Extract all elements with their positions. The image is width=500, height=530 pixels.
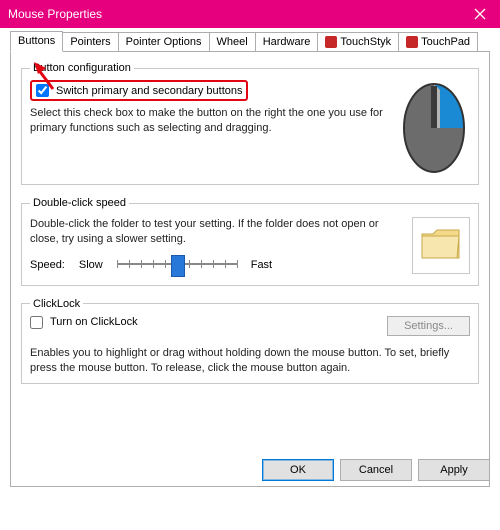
tabs: Buttons Pointers Pointer Options Wheel H… [10,32,490,52]
double-click-speed-slider[interactable] [117,253,237,277]
tab-label: Hardware [263,36,311,48]
close-icon [474,8,486,20]
switch-buttons-highlight: Switch primary and secondary buttons [30,80,248,101]
button-label: Cancel [359,464,393,476]
fast-label: Fast [251,259,272,271]
tab-label: Pointer Options [126,36,202,48]
group-legend: ClickLock [30,298,83,310]
synaptics-icon [406,36,418,48]
switch-buttons-help: Select this check box to make the button… [30,106,388,136]
switch-buttons-label: Switch primary and secondary buttons [56,85,242,97]
slow-label: Slow [79,259,103,271]
group-legend: Double-click speed [30,197,129,209]
tab-touchpad[interactable]: TouchPad [398,32,478,52]
ok-button[interactable]: OK [262,459,334,481]
tab-buttons[interactable]: Buttons [10,31,63,52]
synaptics-icon [325,36,337,48]
tab-pointer-options[interactable]: Pointer Options [118,32,210,52]
double-click-help: Double-click the folder to test your set… [30,217,402,247]
tab-label: Pointers [70,36,110,48]
folder-icon[interactable] [419,224,463,264]
button-label: Apply [440,464,468,476]
tab-wheel[interactable]: Wheel [209,32,256,52]
clicklock-help: Enables you to highlight or drag without… [30,346,470,376]
titlebar: Mouse Properties [0,0,500,28]
clicklock-settings-button: Settings... [387,316,470,336]
button-label: OK [290,464,306,476]
button-configuration-group: Button configuration Switch primary and … [21,62,479,185]
clicklock-group: ClickLock Settings... Turn on ClickLock … [21,298,479,385]
annotation-arrow-icon [31,59,59,93]
tab-label: TouchPad [421,36,470,48]
speed-label: Speed: [30,259,65,271]
tab-pointers[interactable]: Pointers [62,32,118,52]
tab-touchstyk[interactable]: TouchStyk [317,32,399,52]
tab-hardware[interactable]: Hardware [255,32,319,52]
clicklock-checkbox[interactable] [30,316,43,329]
mouse-icon [398,80,470,176]
tab-label: TouchStyk [340,36,391,48]
tab-label: Wheel [217,36,248,48]
tab-label: Buttons [18,35,55,47]
window-title: Mouse Properties [8,7,460,21]
cancel-button[interactable]: Cancel [340,459,412,481]
apply-button[interactable]: Apply [418,459,490,481]
tab-panel: Button configuration Switch primary and … [10,51,490,487]
close-button[interactable] [460,0,500,28]
double-click-group: Double-click speed Double-click the fold… [21,197,479,286]
clicklock-label: Turn on ClickLock [50,316,138,328]
dialog-buttons: OK Cancel Apply [262,459,490,481]
clicklock-toggle: Turn on ClickLock [30,316,138,329]
button-label: Settings... [404,320,453,332]
